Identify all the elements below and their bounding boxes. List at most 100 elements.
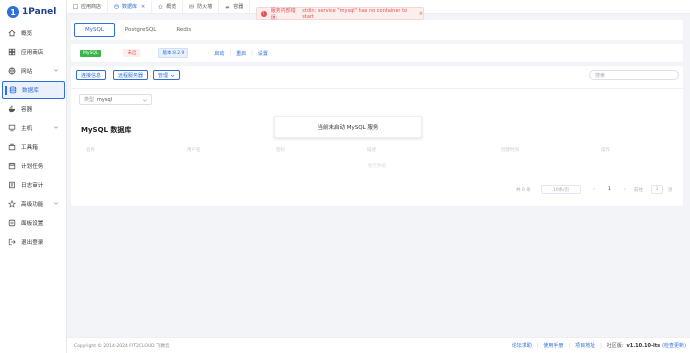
subtab-redis[interactable]: Redis <box>166 23 201 37</box>
divider: | <box>568 342 571 349</box>
sidebar-item-label: 退出登录 <box>21 240 44 246</box>
table-header-actions: 操作 <box>601 148 610 153</box>
logo-text: 1Panel <box>22 7 57 17</box>
prev-page-button[interactable]: ‹ <box>593 187 595 192</box>
sidebar: 1 1Panel 概览 应用商店 网站 数据库 容器 主机 工具箱 计划任务 日… <box>0 0 67 353</box>
error-toast: ! 服务内部错误: stdin: service "mysql" has no … <box>256 7 424 21</box>
tab-app-store[interactable]: 应用商店 <box>67 0 109 13</box>
select-label: 类型 <box>84 97 95 103</box>
sidebar-item-settings[interactable]: 面板设置 <box>2 214 65 232</box>
container-icon <box>225 6 230 9</box>
tab-container[interactable]: 容器 <box>219 0 251 13</box>
restart-button[interactable]: 重启 <box>236 50 246 57</box>
forum-link[interactable]: 论坛求助 <box>512 342 532 349</box>
store-icon <box>8 48 16 56</box>
service-not-started-notice: 当前未启动 MySQL 服务 <box>274 116 422 138</box>
sidebar-item-host[interactable]: 主机 <box>2 119 65 137</box>
sidebar-item-app-store[interactable]: 应用商店 <box>2 43 65 61</box>
sidebar-item-database[interactable]: 数据库 <box>2 81 65 99</box>
toolbox-icon <box>8 143 16 151</box>
connection-info-button[interactable]: 连接信息 <box>76 70 107 80</box>
status-badge: 未启 <box>123 49 141 57</box>
sidebar-item-label: 主机 <box>21 126 33 132</box>
manual-link[interactable]: 使用手册 <box>543 342 563 349</box>
project-link[interactable]: 项目地址 <box>575 342 595 349</box>
divider <box>71 88 683 89</box>
table-header-created: 创建时间 <box>501 148 519 153</box>
divider: | <box>229 50 232 56</box>
goto-page-input[interactable]: 1 <box>651 185 663 194</box>
database-icon <box>9 86 17 94</box>
database-type-tabs: MySQL PostgreSQL Redis <box>71 20 683 40</box>
chevron-down-icon <box>170 74 175 77</box>
start-button[interactable]: 启动 <box>214 50 224 57</box>
db-type-select[interactable]: 类型 mysql <box>79 94 152 105</box>
sidebar-item-advanced[interactable]: 高级功能 <box>2 195 65 213</box>
toast-prefix: 服务内部错误: <box>270 7 296 21</box>
calendar-icon <box>8 162 16 170</box>
manage-dropdown[interactable]: 管理 <box>153 70 181 80</box>
table-header-password: 密码 <box>276 148 285 153</box>
page-size-select[interactable]: 10条/页 <box>541 185 581 194</box>
version-badge: 版本:8.2.9 <box>158 48 189 58</box>
star-icon <box>8 200 16 208</box>
sidebar-item-cron[interactable]: 计划任务 <box>2 157 65 175</box>
page-unit-label: 页 <box>668 188 673 193</box>
tab-firewall[interactable]: 防火墙 <box>183 0 220 13</box>
store-icon <box>73 4 78 9</box>
table-header-description: 描述 <box>367 148 376 153</box>
sidebar-item-logout[interactable]: 退出登录 <box>2 233 65 251</box>
chevron-down-icon <box>142 99 148 102</box>
notice-text: 当前未启动 MySQL 服务 <box>317 125 379 131</box>
tab-database[interactable]: 数据库 × <box>108 0 153 13</box>
search-input[interactable]: 搜索 <box>589 70 679 80</box>
next-page-button[interactable]: › <box>624 187 626 192</box>
edition-label: 社区版: <box>606 343 624 349</box>
tab-label: 容器 <box>233 4 244 10</box>
sidebar-item-toolbox[interactable]: 工具箱 <box>2 138 65 156</box>
service-status-bar: MySQL 未启 版本:8.2.9 启动 | 重启 | 设置 <box>71 44 683 62</box>
subtab-mysql[interactable]: MySQL <box>74 23 115 37</box>
tab-label: 应用商店 <box>81 4 102 10</box>
settings-button[interactable]: 设置 <box>258 50 268 57</box>
globe-icon <box>8 67 16 75</box>
check-update-link[interactable]: (检查更新) <box>662 342 686 349</box>
close-icon[interactable]: × <box>141 4 145 10</box>
tab-label: 概览 <box>166 4 177 10</box>
toast-message: stdin: service "mysql" has no container … <box>302 7 408 20</box>
service-name-badge: MySQL <box>80 49 102 57</box>
sidebar-item-label: 计划任务 <box>21 164 44 170</box>
chevron-down-icon <box>53 202 59 205</box>
footer: Copyright © 2014-2024 FIT2CLOUD 飞致云 论坛求助… <box>67 337 690 353</box>
remote-server-button[interactable]: 远程服务器 <box>113 70 149 80</box>
subtab-postgresql[interactable]: PostgreSQL <box>115 23 166 37</box>
pagination-total: 共 0 条 <box>516 188 531 193</box>
manage-label: 管理 <box>158 72 169 79</box>
sidebar-item-logs[interactable]: 日志审计 <box>2 176 65 194</box>
select-value: mysql <box>97 96 113 103</box>
copyright: Copyright © 2014-2024 FIT2CLOUD 飞致云 <box>74 344 170 349</box>
sidebar-item-label: 数据库 <box>22 88 39 94</box>
firewall-icon <box>189 4 194 9</box>
goto-label: 前往 <box>634 188 643 193</box>
error-icon: ! <box>261 10 267 17</box>
sidebar-item-website[interactable]: 网站 <box>2 62 65 80</box>
current-page[interactable]: 1 <box>608 187 611 192</box>
tab-label: 数据库 <box>122 4 138 10</box>
tab-overview[interactable]: 概览 <box>152 0 184 13</box>
toast-close-icon[interactable]: × <box>419 11 423 17</box>
divider: | <box>600 342 602 349</box>
divider: | <box>251 50 253 56</box>
logout-icon <box>8 238 16 246</box>
sidebar-item-container[interactable]: 容器 <box>2 100 65 118</box>
app-logo[interactable]: 1 1Panel <box>7 5 56 19</box>
sidebar-item-overview[interactable]: 概览 <box>2 24 65 42</box>
logo-mark: 1 <box>7 6 19 18</box>
sidebar-item-label: 日志审计 <box>21 183 44 189</box>
log-icon <box>8 181 16 189</box>
page-size-value: 10条/页 <box>552 187 570 193</box>
table-header-name[interactable]: 名称 <box>86 147 95 153</box>
sidebar-item-label: 工具箱 <box>21 145 38 151</box>
sidebar-item-label: 面板设置 <box>21 221 44 227</box>
container-icon <box>8 105 16 113</box>
